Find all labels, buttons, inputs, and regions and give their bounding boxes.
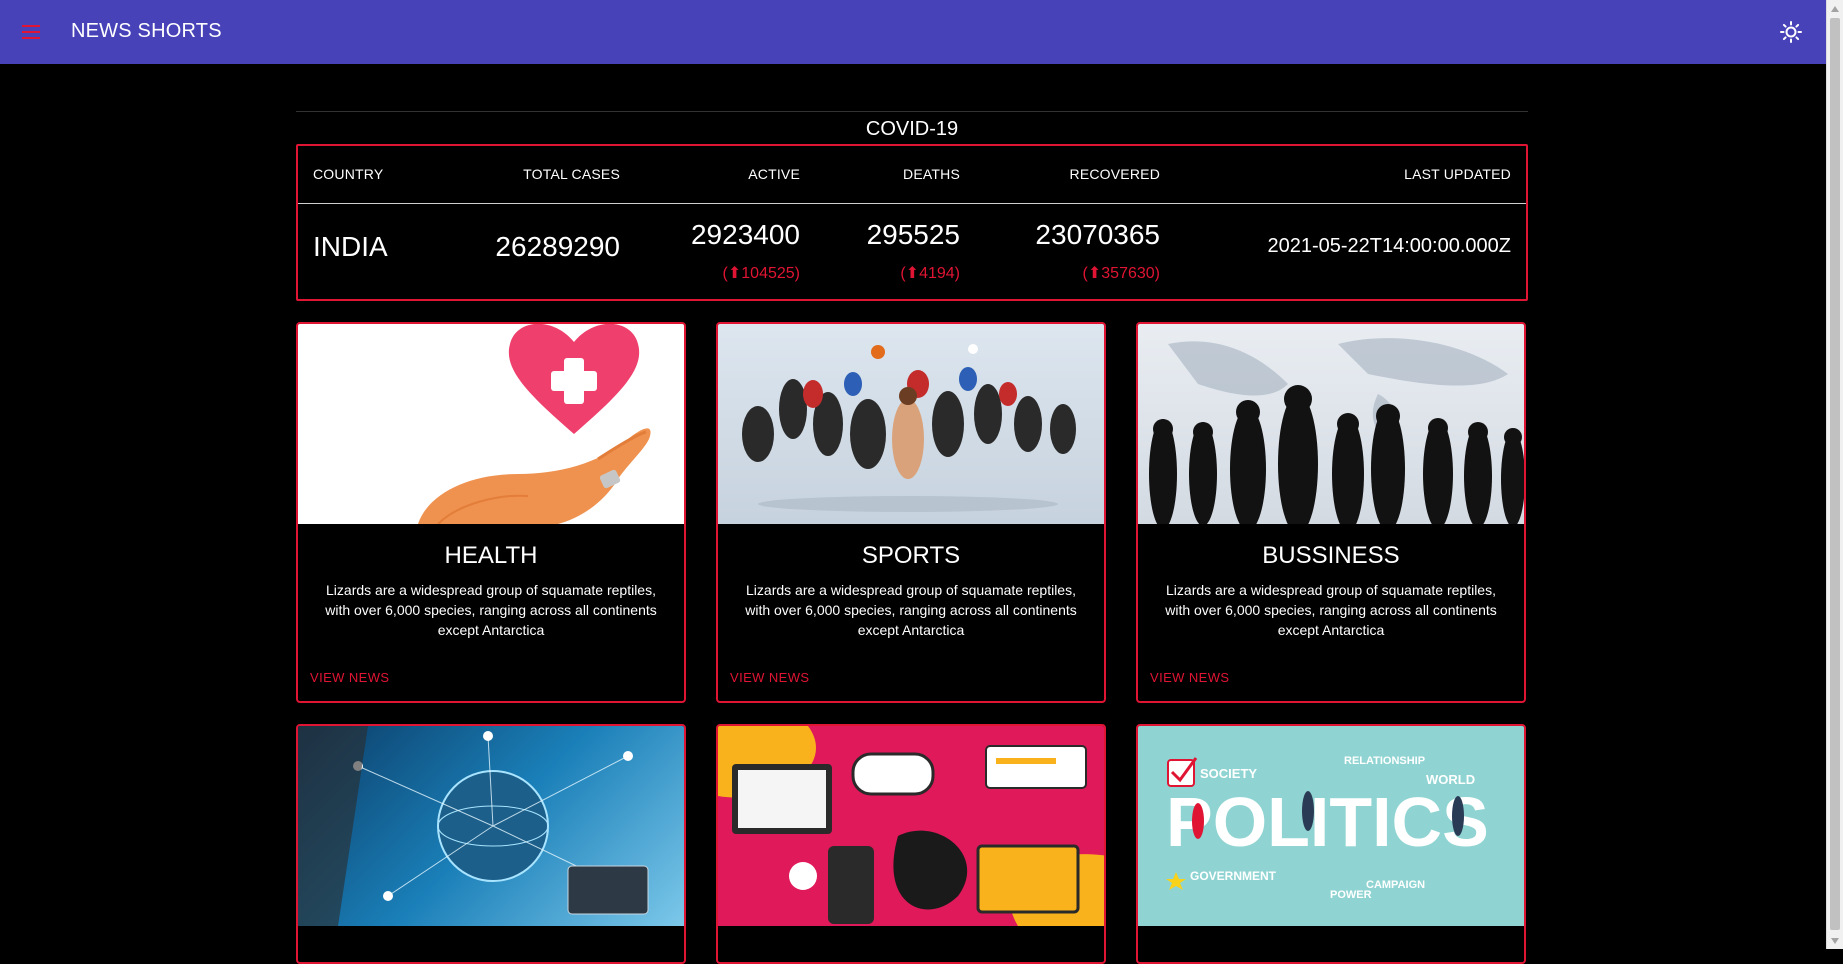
covid-title: COVID-19 — [296, 111, 1528, 145]
category-card-business: BUSSINESS Lizards are a widespread group… — [1136, 322, 1526, 703]
page-scrollbar[interactable] — [1826, 0, 1843, 949]
cell-country: INDIA — [313, 231, 388, 262]
scrollbar-thumb[interactable] — [1830, 18, 1840, 930]
view-news-link-health[interactable]: VIEW NEWS — [310, 670, 389, 685]
view-news-link-sports[interactable]: VIEW NEWS — [730, 670, 809, 685]
covid-table-header: COUNTRY TOTAL CASES ACTIVE DEATHS RECOVE… — [298, 146, 1526, 204]
app-title: NEWS SHORTS — [71, 20, 222, 42]
header-last-updated: LAST UPDATED — [1404, 166, 1511, 182]
politics-word-campaign: CAMPAIGN — [1366, 879, 1425, 891]
category-description: Lizards are a widespread group of squama… — [1165, 582, 1497, 638]
category-title: SPORTS — [861, 542, 961, 569]
cell-active-delta: (⬆104525) — [722, 265, 800, 282]
sports-image — [718, 324, 1104, 524]
header-active: ACTIVE — [748, 166, 800, 182]
politics-image: SOCIETY RELATIONSHIP WORLD POLITICS GOVE… — [1138, 726, 1524, 926]
header-country: COUNTRY — [313, 166, 384, 182]
scroll-down-arrow-icon[interactable] — [1827, 932, 1843, 949]
entertainment-image — [718, 726, 1104, 926]
covid-card: COVID-19 COUNTRY TOTAL CASES ACTIVE DEAT… — [296, 111, 1528, 301]
view-news-link-business[interactable]: VIEW NEWS — [1150, 670, 1229, 685]
covid-stats-table: COUNTRY TOTAL CASES ACTIVE DEATHS RECOVE… — [296, 144, 1528, 301]
category-card-technology — [296, 724, 686, 964]
hamburger-menu-icon[interactable] — [20, 21, 42, 43]
cell-recovered: 23070365 — [1035, 219, 1160, 250]
business-image — [1138, 324, 1524, 524]
category-card-health: HEALTH Lizards are a widespread group of… — [296, 322, 686, 703]
cell-last-updated: 2021-05-22T14:00:00.000Z — [1267, 235, 1511, 257]
cell-active: 2923400 — [690, 219, 800, 250]
category-card-sports: SPORTS Lizards are a widespread group of… — [716, 322, 1106, 703]
category-description: Lizards are a widespread group of squama… — [325, 582, 657, 638]
politics-word-relationship: RELATIONSHIP — [1344, 755, 1425, 767]
category-description: Lizards are a widespread group of squama… — [745, 582, 1077, 638]
scroll-up-arrow-icon[interactable] — [1827, 0, 1843, 17]
health-image — [298, 324, 684, 524]
category-title: BUSSINESS — [1262, 542, 1400, 569]
header-recovered: RECOVERED — [1069, 166, 1160, 182]
app-bar: NEWS SHORTS — [0, 0, 1826, 64]
sun-brightness-icon[interactable] — [1779, 20, 1803, 44]
cell-deaths: 295525 — [866, 219, 960, 250]
category-card-entertainment — [716, 724, 1106, 964]
header-deaths: DEATHS — [903, 166, 960, 182]
cell-deaths-delta: (⬆4194) — [900, 265, 960, 282]
cell-total-cases: 26289290 — [495, 231, 620, 262]
politics-big-word: POLITICS — [1166, 783, 1489, 861]
politics-word-power: POWER — [1330, 889, 1372, 901]
header-total-cases: TOTAL CASES — [523, 166, 620, 182]
category-title: HEALTH — [444, 542, 538, 569]
cell-recovered-delta: (⬆357630) — [1082, 265, 1160, 282]
politics-word-government: GOVERNMENT — [1190, 869, 1277, 883]
politics-word-society: SOCIETY — [1200, 766, 1257, 781]
technology-image — [298, 726, 684, 926]
category-card-politics: SOCIETY RELATIONSHIP WORLD POLITICS GOVE… — [1136, 724, 1526, 964]
